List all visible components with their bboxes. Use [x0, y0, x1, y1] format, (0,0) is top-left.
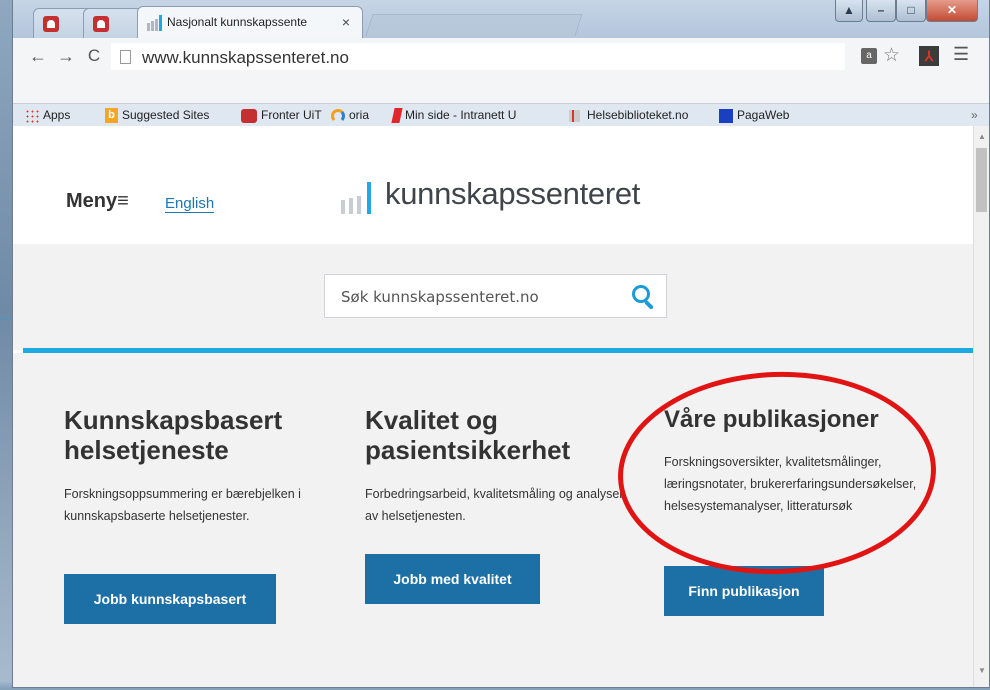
title-bar: Nasjonalt kunnskapssente × ▲ – □ ✕ — [13, 0, 989, 38]
page-viewport: Meny≡ English kunnskapssenteret Kunnskap… — [13, 126, 973, 687]
search-button[interactable] — [630, 283, 656, 310]
scrollbar-thumb[interactable] — [976, 148, 987, 212]
card-title: Våre publikasjoner — [664, 406, 879, 433]
hamburger-icon: ≡ — [117, 190, 129, 212]
content-cards: Kunnskapsbasert helsetjeneste Forsknings… — [13, 353, 973, 687]
uit-icon — [391, 108, 403, 124]
maximize-button[interactable]: □ — [896, 0, 926, 22]
new-tab-button[interactable] — [365, 14, 583, 36]
reload-icon[interactable]: C — [83, 45, 105, 67]
forward-arrow-icon[interactable]: → — [55, 45, 77, 67]
bookmark-oria[interactable]: oria — [331, 106, 369, 124]
search-input[interactable] — [341, 286, 611, 308]
logo-bars-icon — [341, 182, 381, 214]
jobb-med-kvalitet-button[interactable]: Jobb med kvalitet — [365, 554, 540, 604]
acrobat-icon[interactable]: ⅄ — [919, 46, 939, 66]
search-box — [324, 274, 667, 318]
translate-icon[interactable]: a — [861, 48, 877, 64]
card-title: Kunnskapsbasert helsetjeneste — [64, 405, 283, 465]
bookmark-pagaweb[interactable]: PagaWeb — [719, 106, 789, 124]
bookmark-star-icon[interactable]: ☆ — [883, 44, 900, 67]
menu-button[interactable]: Meny≡ — [66, 190, 129, 213]
scroll-down-icon[interactable]: ▼ — [978, 666, 986, 675]
tab-close-icon[interactable]: × — [342, 14, 350, 30]
bookmark-apps[interactable]: Apps — [25, 106, 70, 124]
english-link[interactable]: English — [165, 196, 215, 213]
bookmark-fronter[interactable]: Fronter UiT — [241, 106, 322, 124]
finn-publikasjon-button[interactable]: Finn publikasjon — [664, 566, 824, 616]
pagaweb-icon — [719, 108, 733, 123]
browser-window: Nasjonalt kunnskapssente × ▲ – □ ✕ ← → C… — [12, 0, 990, 688]
bookmark-suggested-sites[interactable]: b Suggested Sites — [105, 106, 209, 124]
kunnskapssenteret-tab-icon — [147, 15, 163, 31]
bing-icon: b — [105, 108, 118, 124]
card-text: Forskningsoversikter, kvalitetsmålinger,… — [664, 455, 917, 513]
minimize-button[interactable]: – — [866, 0, 896, 22]
logo-text: kunnskapssenteret — [385, 176, 641, 211]
user-profile-button[interactable]: ▲ — [835, 0, 863, 22]
site-header: Meny≡ English kunnskapssenteret — [13, 126, 973, 244]
menu-label: Meny — [66, 190, 118, 212]
chrome-menu-icon[interactable]: ☰ — [953, 44, 969, 65]
apps-grid-icon — [25, 108, 39, 123]
card-text: Forskningsoppsummering er bærebjelken i … — [64, 487, 301, 523]
page-icon — [120, 50, 131, 64]
bookmarks-overflow-icon[interactable]: » — [971, 108, 978, 122]
tab-kunnskapssenteret[interactable]: Nasjonalt kunnskapssente × — [137, 6, 363, 38]
scroll-up-icon[interactable]: ▲ — [978, 132, 986, 141]
address-bar[interactable]: www.kunnskapssenteret.no — [111, 43, 845, 70]
back-arrow-icon[interactable]: ← — [27, 45, 49, 67]
tab-label: Nasjonalt kunnskapssente — [167, 15, 308, 29]
fronter-tab-icon — [93, 16, 109, 32]
tab-fronter-2[interactable] — [83, 8, 143, 38]
jobb-kunnskapsbasert-button[interactable]: Jobb kunnskapsbasert — [64, 574, 276, 624]
close-window-button[interactable]: ✕ — [926, 0, 978, 22]
bookmark-helsebiblioteket[interactable]: Helsebiblioteket.no — [569, 106, 688, 124]
card-title: Kvalitet og pasientsikkerhet — [365, 405, 571, 465]
url-text: www.kunnskapssenteret.no — [142, 48, 349, 67]
card-text: Forbedringsarbeid, kvalitetsmåling og an… — [365, 487, 624, 523]
browser-toolbar: ← → C www.kunnskapssenteret.no a ☆ ⅄ ☰ A… — [13, 38, 989, 124]
fronter-icon — [241, 108, 257, 123]
bookmark-min-side[interactable]: Min side - Intranett U — [391, 106, 516, 124]
helsebiblioteket-icon — [569, 109, 583, 122]
fronter-tab-icon — [43, 16, 59, 32]
vertical-scrollbar[interactable]: ▲ ▼ — [973, 126, 989, 687]
oria-icon — [331, 108, 345, 123]
